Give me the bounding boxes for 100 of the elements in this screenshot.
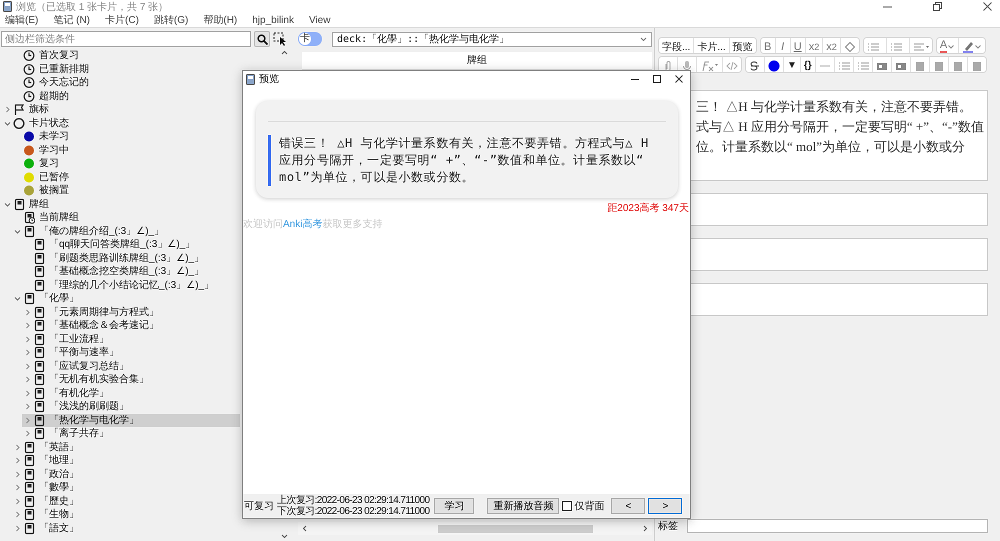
deck-icon [33, 360, 45, 373]
menu-item[interactable]: View [308, 14, 330, 26]
tree-item[interactable]: 「俺の牌组介绍_(:3」∠)_」 [12, 224, 164, 238]
tree-item[interactable]: 「理综的几个小结论记忆_(:3」∠)_」 [22, 278, 214, 292]
bullet-list-button[interactable] [864, 38, 887, 53]
tree-item[interactable]: 首次复习 [12, 49, 79, 62]
strike-button[interactable] [746, 57, 765, 72]
deck-icon [33, 252, 45, 265]
scroll-up-icon[interactable] [280, 50, 288, 55]
tree-item[interactable]: 「語文」 [12, 522, 79, 535]
eraser-icon [844, 40, 856, 52]
maximize-icon[interactable] [653, 75, 661, 83]
scrollbar-thumb[interactable] [438, 525, 593, 533]
menu-item[interactable]: 笔记 (N) [53, 13, 90, 27]
tree-item[interactable]: 「有机化学」 [22, 386, 109, 400]
scroll-down-icon[interactable] [280, 534, 288, 539]
tree-item[interactable]: 当前牌组 [12, 211, 79, 224]
scroll-right-icon[interactable] [643, 525, 648, 532]
deck-icon [23, 508, 35, 522]
app-icon [246, 74, 255, 84]
tree-item[interactable]: 「生物」 [12, 508, 79, 522]
tree-item[interactable]: 「离子共存」 [22, 427, 109, 440]
sidebar-search-field[interactable]: 侧边栏筛选条件 [1, 31, 251, 47]
tree-item[interactable]: 「无机有机实验合集」 [22, 373, 149, 386]
last-review-text: 上次复习:2022-06-23 02:29:14.711000 [277, 495, 430, 506]
tree-item[interactable]: 牌组 [2, 198, 49, 211]
html-button[interactable] [723, 57, 741, 72]
clock-icon [23, 49, 35, 62]
next-button[interactable]: > [648, 498, 682, 514]
menu-item[interactable]: 卡片(C) [105, 13, 139, 27]
chevron-down-icon[interactable] [14, 295, 21, 302]
color-dot-icon [768, 60, 780, 72]
tree-item[interactable]: 学习中 [12, 144, 69, 157]
tree-item[interactable]: 超期的 [12, 90, 69, 103]
deck-icon [23, 494, 35, 508]
chevron-down-icon[interactable] [4, 200, 11, 208]
tree-item[interactable]: 旗标 [2, 103, 49, 116]
tree-item[interactable]: 「元素周期律与方程式」 [22, 306, 159, 319]
tree-item[interactable]: 「热化学与电化学」 [22, 414, 240, 427]
tree-item[interactable]: 「基础概念挖空类牌组_(:3」∠)_」 [22, 265, 204, 278]
deck-icon [33, 319, 45, 332]
strikethrough-icon [749, 60, 761, 72]
font-color-button[interactable]: A [936, 38, 960, 53]
clock-icon [23, 76, 35, 90]
tree-item[interactable]: 「化學」 [12, 292, 79, 306]
scroll-left-icon[interactable] [302, 525, 307, 532]
tree-item[interactable]: 卡片状态 [2, 116, 69, 130]
search-button[interactable] [254, 31, 270, 47]
menu-item[interactable]: 跳转(G) [154, 13, 188, 27]
selection-icon[interactable] [273, 32, 287, 46]
previous-button[interactable]: < [611, 498, 646, 514]
replay-audio-button[interactable]: 重新播放音频 [487, 498, 560, 514]
deck-icon [33, 346, 45, 360]
preview-button[interactable]: 预览 [730, 38, 756, 53]
circle-icon [13, 116, 25, 130]
column-header[interactable]: 牌组 [302, 52, 652, 69]
chevron-down-icon[interactable] [14, 228, 21, 235]
mode-toggle[interactable]: 卡 [298, 32, 322, 46]
tree-item[interactable]: 「基础概念＆会考速记」 [22, 319, 159, 332]
tree-item[interactable]: 「应试复习总结」 [22, 360, 129, 373]
tree-item[interactable]: 「平衡与速率」 [22, 346, 119, 360]
menu-item[interactable]: 编辑(E) [5, 13, 38, 27]
bold-button[interactable]: B [760, 38, 776, 53]
tree-item[interactable]: 已重新排期 [12, 62, 89, 76]
tree-item[interactable]: 「工业流程」 [22, 332, 109, 346]
tree-item[interactable]: 「qq聊天问答类牌组_(:3」∠)_」 [22, 238, 196, 252]
deck-icon [23, 292, 35, 306]
menu-item[interactable]: 帮助(H) [203, 13, 238, 27]
tree-item[interactable]: 「英語」 [12, 440, 79, 454]
underline-button[interactable]: U [790, 38, 806, 53]
back-only-checkbox[interactable]: 仅背面 [562, 499, 604, 513]
tree-item[interactable]: 「歷史」 [12, 494, 79, 508]
fields-button[interactable]: 字段... [659, 38, 694, 53]
bullet-list-icon [838, 60, 850, 72]
next-review-text: 下次复习:2022-06-23 02:29:14.711000 [277, 506, 430, 517]
horizontal-scrollbar[interactable] [298, 522, 652, 535]
deck-icon [33, 332, 45, 346]
menu-item[interactable]: hjp_bilink [252, 14, 294, 26]
tree-item[interactable]: 今天忘记的 [12, 76, 89, 90]
field-text: 式与△ H 应用分号隔开，一定要写明“ +”、“-”数值 [696, 118, 985, 136]
tree-item[interactable]: 「地理」 [12, 454, 79, 468]
tree-item[interactable]: 「浅浅的刷刷题」 [22, 400, 129, 414]
window-title: 浏览（已选取 1 张卡片，共 7 张） [16, 0, 170, 14]
tags-field[interactable] [687, 519, 988, 533]
tree-item[interactable]: 未学习 [12, 130, 69, 144]
tree-item[interactable]: 「政治」 [12, 468, 79, 481]
study-button[interactable]: 学习 [434, 498, 474, 514]
restore-icon[interactable] [933, 2, 942, 11]
tree-item[interactable]: 已暂停 [12, 170, 69, 184]
tree-item[interactable]: 「數學」 [12, 481, 79, 494]
search-combo[interactable]: deck:「化學」::「热化学与电化学」 [332, 32, 652, 46]
chevron-down-icon[interactable] [4, 120, 11, 127]
tree-item[interactable]: 被搁置 [12, 184, 69, 198]
close-icon[interactable] [675, 75, 683, 83]
chevron-right-icon[interactable] [4, 106, 11, 114]
close-icon[interactable] [983, 2, 992, 11]
tree-item[interactable]: 复习 [12, 157, 59, 170]
tree-item[interactable]: 「刷题类思路训练牌组_(:3」∠)_」 [22, 252, 204, 265]
deck-icon [23, 522, 35, 535]
review-status: 可复习 [244, 500, 274, 513]
